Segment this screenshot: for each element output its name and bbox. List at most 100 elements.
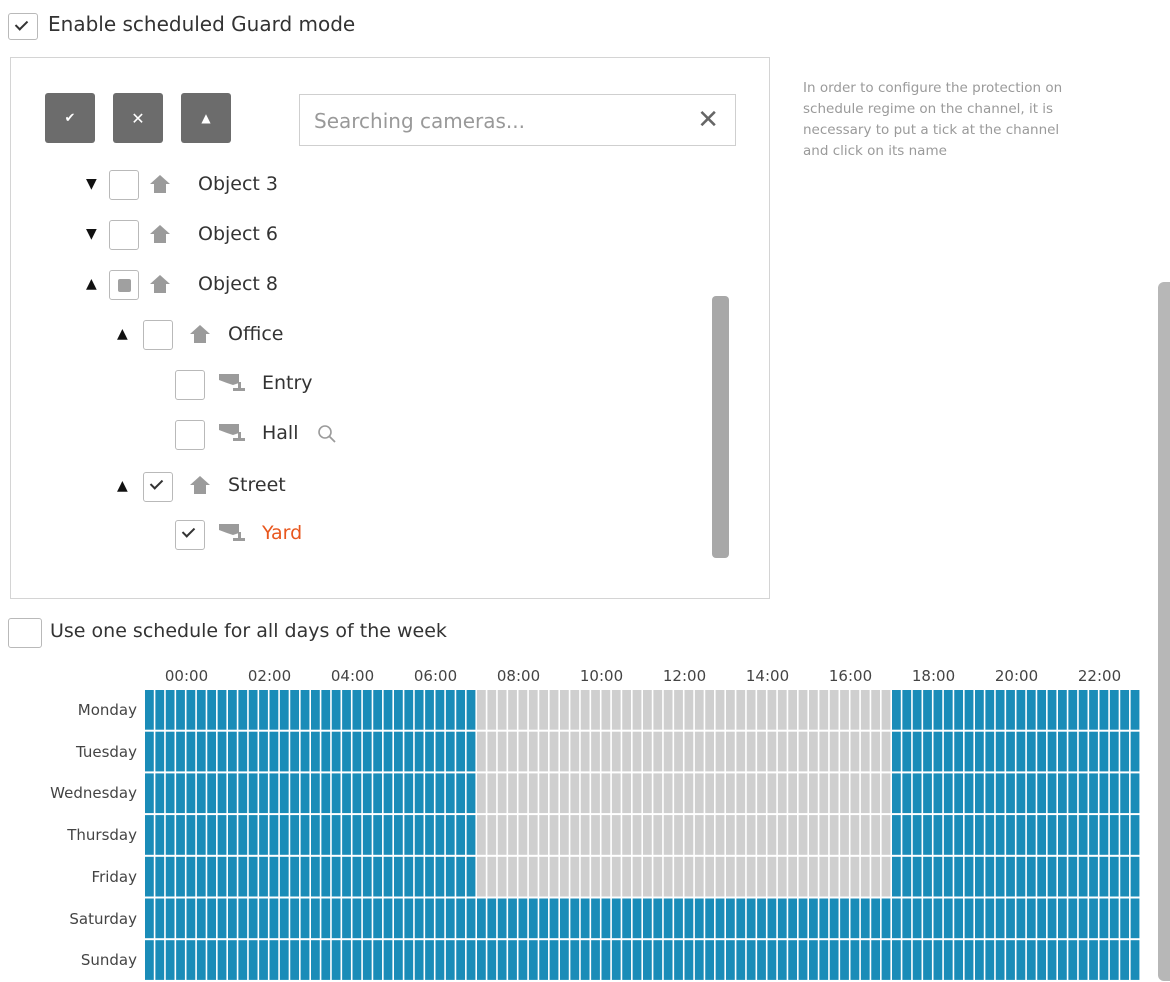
schedule-slot[interactable]	[829, 731, 839, 772]
schedule-slot[interactable]	[684, 731, 694, 772]
schedule-slot[interactable]	[746, 898, 756, 939]
schedule-slot[interactable]	[217, 940, 227, 980]
schedule-slot[interactable]	[1130, 731, 1140, 772]
schedule-slot[interactable]	[622, 815, 632, 855]
schedule-slot[interactable]	[985, 898, 995, 939]
schedule-slot[interactable]	[176, 856, 185, 897]
schedule-slot[interactable]	[362, 815, 372, 855]
schedule-slot[interactable]	[560, 856, 569, 897]
schedule-slot[interactable]	[321, 815, 331, 855]
schedule-slot[interactable]	[1068, 856, 1078, 897]
schedule-slot[interactable]	[985, 690, 995, 730]
tree-checkbox-object-6[interactable]	[109, 220, 139, 250]
schedule-slot[interactable]	[300, 898, 310, 939]
enable-guard-mode-checkbox[interactable]	[8, 13, 38, 40]
schedule-slot[interactable]	[684, 815, 694, 855]
schedule-slot[interactable]	[196, 940, 206, 980]
schedule-slot[interactable]	[445, 773, 455, 814]
schedule-slot[interactable]	[186, 731, 196, 772]
schedule-slot[interactable]	[705, 940, 715, 980]
schedule-slot[interactable]	[643, 690, 652, 730]
schedule-slot[interactable]	[352, 815, 362, 855]
schedule-slot[interactable]	[570, 690, 580, 730]
schedule-slot[interactable]	[777, 731, 787, 772]
collapse-icon[interactable]: ▲	[86, 276, 97, 292]
schedule-slot[interactable]	[850, 690, 860, 730]
schedule-slot[interactable]	[155, 773, 165, 814]
schedule-slot[interactable]	[860, 731, 870, 772]
schedule-slot[interactable]	[1099, 690, 1109, 730]
schedule-slot[interactable]	[560, 815, 569, 855]
schedule-slot[interactable]	[705, 815, 715, 855]
schedule-slot[interactable]	[497, 815, 507, 855]
schedule-slot[interactable]	[176, 773, 185, 814]
schedule-slot[interactable]	[601, 731, 611, 772]
schedule-slot[interactable]	[985, 815, 995, 855]
schedule-slot[interactable]	[570, 731, 580, 772]
schedule-slot[interactable]	[155, 731, 165, 772]
schedule-slot[interactable]	[1047, 731, 1057, 772]
schedule-slot[interactable]	[777, 898, 787, 939]
schedule-slot[interactable]	[186, 856, 196, 897]
schedule-slot[interactable]	[985, 731, 995, 772]
schedule-slot[interactable]	[196, 773, 206, 814]
schedule-slot[interactable]	[560, 898, 569, 939]
schedule-slot[interactable]	[829, 815, 839, 855]
schedule-slot[interactable]	[1026, 731, 1036, 772]
schedule-slot[interactable]	[1006, 940, 1015, 980]
schedule-slot[interactable]	[456, 815, 466, 855]
schedule-slot[interactable]	[311, 690, 320, 730]
schedule-slot[interactable]	[788, 898, 798, 939]
schedule-slot[interactable]	[632, 815, 642, 855]
schedule-slot[interactable]	[611, 940, 621, 980]
schedule-slot[interactable]	[290, 940, 300, 980]
schedule-slot[interactable]	[528, 856, 538, 897]
schedule-slot[interactable]	[1047, 940, 1057, 980]
schedule-slot[interactable]	[995, 690, 1005, 730]
schedule-slot[interactable]	[238, 856, 248, 897]
schedule-slot[interactable]	[1078, 898, 1088, 939]
schedule-slot[interactable]	[352, 898, 362, 939]
schedule-slot[interactable]	[611, 898, 621, 939]
schedule-slot[interactable]	[228, 690, 237, 730]
schedule-slot[interactable]	[1006, 773, 1015, 814]
schedule-slot[interactable]	[352, 690, 362, 730]
schedule-slot[interactable]	[788, 940, 798, 980]
schedule-slot[interactable]	[414, 773, 424, 814]
schedule-slot[interactable]	[186, 815, 196, 855]
schedule-slot[interactable]	[1099, 773, 1109, 814]
schedule-slot[interactable]	[871, 815, 881, 855]
schedule-slot[interactable]	[705, 731, 715, 772]
schedule-slot[interactable]	[954, 731, 964, 772]
schedule-slot[interactable]	[674, 731, 683, 772]
schedule-slot[interactable]	[767, 773, 777, 814]
schedule-slot[interactable]	[653, 815, 663, 855]
schedule-slot[interactable]	[923, 898, 932, 939]
schedule-slot[interactable]	[518, 940, 528, 980]
schedule-slot[interactable]	[279, 690, 289, 730]
schedule-slot[interactable]	[311, 773, 320, 814]
schedule-slot[interactable]	[954, 856, 964, 897]
schedule-slot[interactable]	[528, 898, 538, 939]
schedule-slot[interactable]	[684, 898, 694, 939]
schedule-slot[interactable]	[321, 690, 331, 730]
schedule-slot[interactable]	[591, 690, 600, 730]
schedule-slot[interactable]	[653, 898, 663, 939]
check-all-button[interactable]: ✔	[45, 93, 95, 143]
schedule-slot[interactable]	[902, 731, 912, 772]
schedule-slot[interactable]	[622, 690, 632, 730]
schedule-slot[interactable]	[726, 815, 735, 855]
schedule-slot[interactable]	[850, 815, 860, 855]
schedule-slot[interactable]	[943, 898, 953, 939]
schedule-slot[interactable]	[943, 773, 953, 814]
schedule-slot[interactable]	[860, 898, 870, 939]
schedule-slot[interactable]	[425, 856, 434, 897]
schedule-slot[interactable]	[881, 940, 891, 980]
schedule-slot[interactable]	[1006, 856, 1015, 897]
schedule-slot[interactable]	[269, 856, 279, 897]
schedule-slot[interactable]	[145, 940, 154, 980]
schedule-slot[interactable]	[777, 856, 787, 897]
schedule-slot[interactable]	[228, 731, 237, 772]
schedule-slot[interactable]	[466, 731, 476, 772]
schedule-slot[interactable]	[757, 898, 766, 939]
